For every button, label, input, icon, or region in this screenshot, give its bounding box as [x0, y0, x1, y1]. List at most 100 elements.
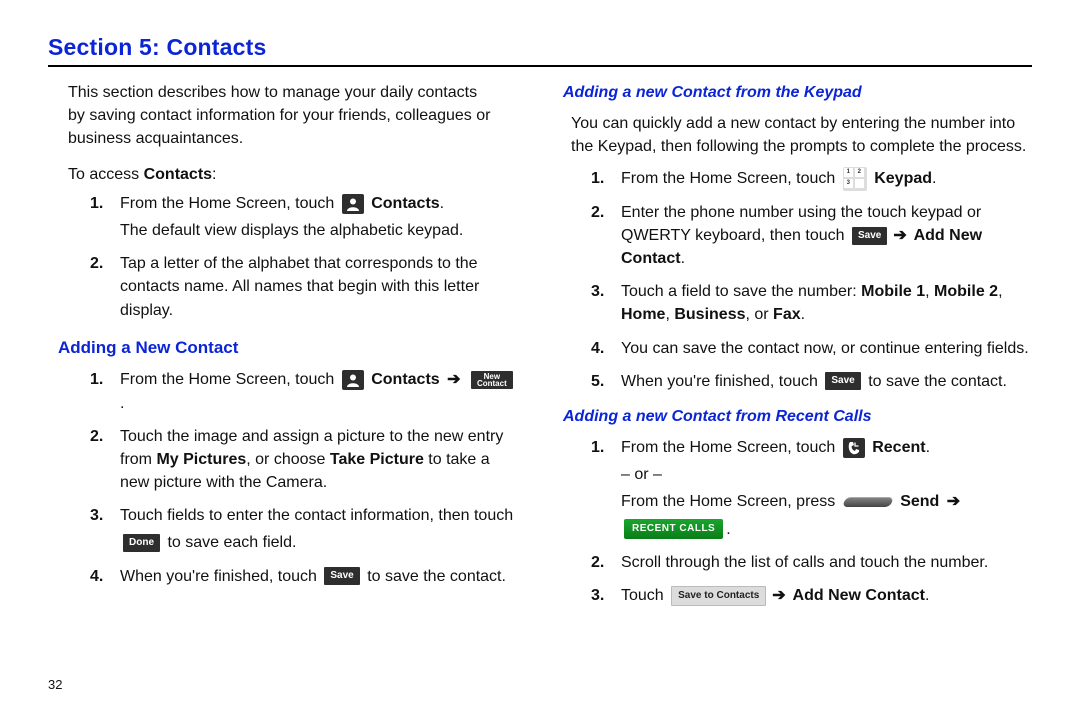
step-number: 3.	[591, 584, 611, 607]
take-picture-label: Take Picture	[330, 451, 424, 468]
section-title: Section 5: Contacts	[48, 34, 1032, 61]
heading-add-new-contact: Adding a New Contact	[58, 336, 523, 361]
access-step-1: 1. From the Home Screen, touch Contacts.…	[90, 192, 523, 242]
recent-icon	[843, 438, 865, 458]
arrow-icon: ➔	[947, 493, 960, 510]
text: , or choose	[246, 451, 330, 468]
step-text: Enter the phone number using the touch k…	[621, 201, 1032, 271]
step-text: From the Home Screen, touch 123 Keypad.	[621, 167, 1032, 191]
send-label: Send	[896, 493, 944, 510]
my-pictures-label: My Pictures	[156, 451, 246, 468]
step-number: 3.	[90, 504, 110, 527]
step-text: When you're finished, touch Save to save…	[120, 565, 523, 588]
step-number: 2.	[90, 425, 110, 448]
arrow-icon: ➔	[893, 227, 906, 244]
step-subtext: From the Home Screen, press Send ➔	[621, 490, 1032, 513]
arrow-icon: ➔	[772, 587, 785, 604]
text: ,	[665, 306, 674, 323]
keypad-intro: You can quickly add a new contact by ent…	[571, 112, 1032, 158]
access-step-2: 2. Tap a letter of the alphabet that cor…	[90, 252, 523, 322]
step-text: From the Home Screen, touch Contacts ➔ N…	[120, 368, 523, 414]
add-step-4: 4. When you're finished, touch Save to s…	[90, 565, 523, 588]
recent-step-3: 3. Touch Save to Contacts ➔ Add New Conta…	[591, 584, 1032, 607]
step-text: When you're finished, touch Save to save…	[621, 370, 1032, 393]
heading-from-keypad: Adding a new Contact from the Keypad	[563, 81, 1032, 104]
text: From the Home Screen, touch	[621, 170, 840, 187]
text: .	[681, 250, 685, 267]
step-number: 4.	[591, 337, 611, 360]
text: .	[925, 587, 929, 604]
text: .	[120, 395, 124, 412]
heading-from-recent: Adding a new Contact from Recent Calls	[563, 405, 1032, 428]
recent-steps: 1. From the Home Screen, touch Recent. –…	[591, 436, 1032, 607]
text: to save the contact.	[864, 373, 1007, 390]
text: ,	[998, 283, 1002, 300]
keypad-steps: 1. From the Home Screen, touch 123 Keypa…	[591, 167, 1032, 393]
text: .	[440, 195, 444, 212]
step-number: 1.	[591, 436, 611, 459]
section-intro: This section describes how to manage you…	[68, 81, 498, 151]
keypad-icon: 123	[843, 167, 867, 191]
step-number: 4.	[90, 565, 110, 588]
step-text: Touch Save to Contacts ➔ Add New Contact.	[621, 584, 1032, 607]
contacts-icon	[342, 194, 364, 214]
step-text: Touch fields to enter the contact inform…	[120, 504, 523, 554]
access-lead-bold: Contacts	[144, 166, 212, 183]
text: , or	[745, 306, 773, 323]
save-icon: Save	[852, 227, 887, 245]
save-icon: Save	[324, 567, 359, 585]
contacts-label: Contacts	[367, 371, 444, 388]
recent-calls-button-icon: RECENT CALLS	[624, 519, 723, 539]
step-subtext: RECENT CALLS.	[621, 518, 1032, 541]
step-text: From the Home Screen, touch Recent. – or…	[621, 436, 1032, 541]
text: From the Home Screen, touch	[120, 371, 339, 388]
text: Touch	[621, 587, 668, 604]
text: When you're finished, touch	[120, 568, 321, 585]
step-subtext: The default view displays the alphabetic…	[120, 219, 523, 242]
step-number: 1.	[90, 192, 110, 215]
contacts-icon	[342, 370, 364, 390]
text: .	[926, 439, 930, 456]
text: .	[801, 306, 805, 323]
text: From the Home Screen, press	[621, 493, 840, 510]
mobile1-label: Mobile 1	[861, 283, 925, 300]
text: .	[932, 170, 936, 187]
manual-page: Section 5: Contacts This section describ…	[0, 0, 1080, 720]
step-text: Touch a field to save the number: Mobile…	[621, 280, 1032, 326]
step-number: 1.	[90, 368, 110, 391]
add-new-contact-label: Add New Contact	[789, 587, 925, 604]
step-number: 2.	[591, 551, 611, 574]
text: Touch a field to save the number:	[621, 283, 861, 300]
recent-step-2: 2. Scroll through the list of calls and …	[591, 551, 1032, 574]
step-subtext: Done to save each field.	[120, 531, 523, 554]
text: Touch fields to enter the contact inform…	[120, 507, 513, 524]
keypad-step-2: 2. Enter the phone number using the touc…	[591, 201, 1032, 271]
text: When you're finished, touch	[621, 373, 822, 390]
step-text: Tap a letter of the alphabet that corres…	[120, 252, 523, 322]
page-number: 32	[48, 677, 62, 692]
step-text: Touch the image and assign a picture to …	[120, 425, 523, 495]
add-steps: 1. From the Home Screen, touch Contacts …	[90, 368, 523, 588]
recent-step-1: 1. From the Home Screen, touch Recent. –…	[591, 436, 1032, 541]
text: to save the contact.	[363, 568, 506, 585]
save-to-contacts-icon: Save to Contacts	[671, 586, 766, 606]
text: From the Home Screen, touch	[120, 195, 339, 212]
access-lead: To access Contacts:	[68, 163, 523, 186]
step-number: 2.	[90, 252, 110, 275]
keypad-step-4: 4. You can save the contact now, or cont…	[591, 337, 1032, 360]
keypad-label: Keypad	[870, 170, 932, 187]
text: From the Home Screen, touch	[621, 439, 840, 456]
add-step-1: 1. From the Home Screen, touch Contacts …	[90, 368, 523, 414]
text: .	[726, 521, 730, 538]
keypad-step-1: 1. From the Home Screen, touch 123 Keypa…	[591, 167, 1032, 191]
left-column: This section describes how to manage you…	[48, 81, 523, 617]
access-lead-pre: To access	[68, 166, 144, 183]
new-contact-icon: NewContact	[471, 371, 513, 389]
keypad-step-3: 3. Touch a field to save the number: Mob…	[591, 280, 1032, 326]
arrow-icon: ➔	[447, 371, 460, 388]
recent-label: Recent	[868, 439, 926, 456]
step-text: You can save the contact now, or continu…	[621, 337, 1032, 360]
business-label: Business	[674, 306, 745, 323]
step-number: 3.	[591, 280, 611, 303]
step-text: Scroll through the list of calls and tou…	[621, 551, 1032, 574]
